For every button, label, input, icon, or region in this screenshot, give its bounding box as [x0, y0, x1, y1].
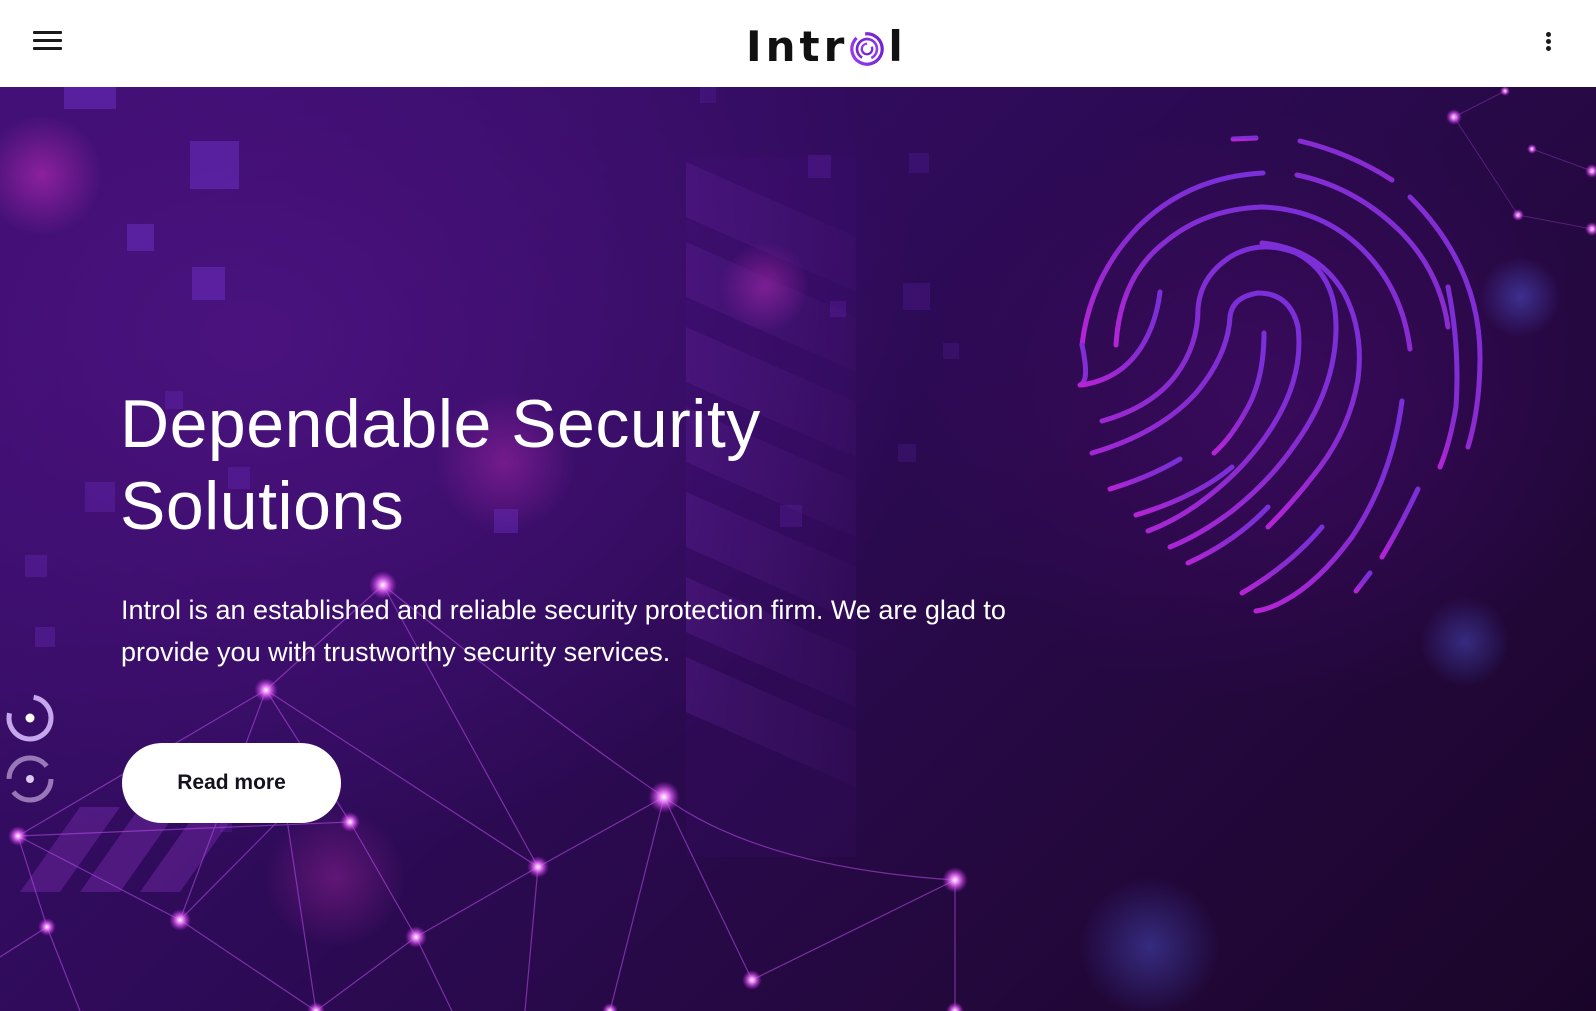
menu-bar [33, 47, 62, 50]
read-more-button[interactable]: Read more [122, 743, 341, 823]
vertical-dots-icon[interactable] [1534, 28, 1562, 56]
dot [1546, 39, 1551, 44]
slider-dot-active-icon[interactable] [5, 693, 55, 743]
dot [1546, 46, 1551, 51]
slider-dot-icon[interactable] [5, 754, 55, 804]
fingerprint-o-icon [850, 32, 885, 66]
hero-background [0, 87, 1596, 1011]
hero-section: Dependable Security Solutions Introl is … [0, 87, 1596, 1011]
hero-title-line1: Dependable Security [120, 386, 761, 462]
logo-text-prefix: Intr [746, 22, 849, 71]
slider-pagination [5, 693, 57, 813]
hero-title-line2: Solutions [120, 468, 405, 544]
menu-bar [33, 39, 62, 42]
dot [1546, 32, 1551, 37]
logo-text-suffix: l [888, 22, 907, 71]
hero-title: Dependable Security Solutions [120, 383, 880, 547]
hero-description: Introl is an established and reliable se… [121, 595, 1006, 667]
site-logo[interactable]: Intr l [746, 22, 907, 72]
hamburger-menu-icon[interactable] [28, 26, 68, 58]
site-header: Intr l [0, 0, 1596, 87]
menu-bar [33, 31, 62, 34]
